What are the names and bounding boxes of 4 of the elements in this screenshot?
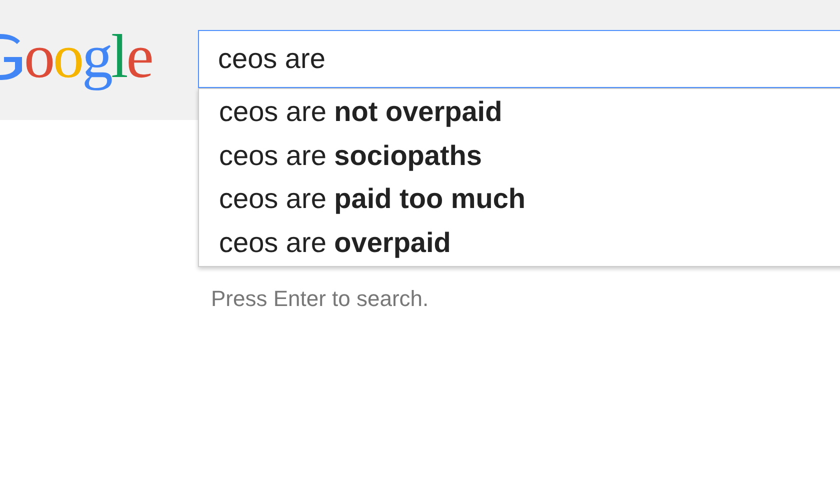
- search-hint: Press Enter to search.: [211, 286, 429, 311]
- google-logo: oogle: [24, 26, 152, 88]
- search-field[interactable]: ceos are: [198, 30, 840, 88]
- logo-letter-fragment-icon: [0, 31, 24, 83]
